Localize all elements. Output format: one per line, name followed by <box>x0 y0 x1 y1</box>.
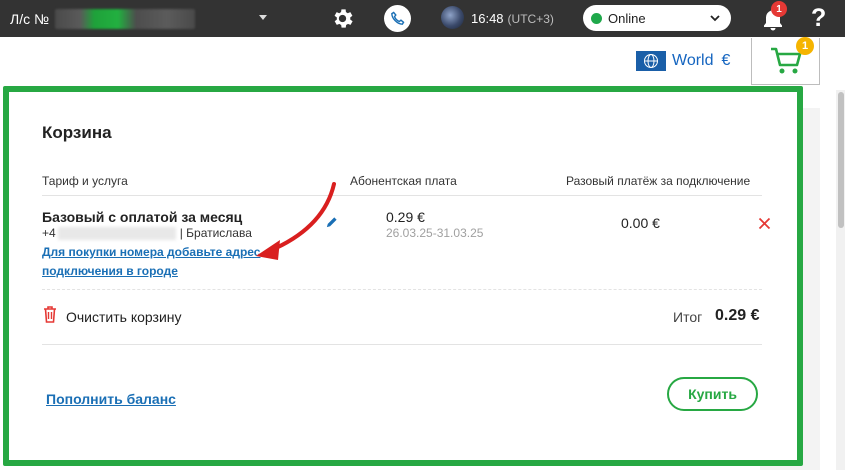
close-icon[interactable] <box>758 217 771 230</box>
help-icon[interactable]: ? <box>811 4 826 33</box>
phone-icon <box>391 11 405 25</box>
phone-number-redacted <box>57 226 176 240</box>
clock-timezone: (UTC+3) <box>507 12 554 26</box>
clock-time: 16:48 <box>471 11 504 26</box>
column-header-service: Тариф и услуга <box>42 174 128 188</box>
one-time-fee: 0.00 € <box>621 215 660 231</box>
total-divider <box>42 344 762 345</box>
add-address-link[interactable]: Для покупки номера добавьте адрес подклю… <box>42 243 272 281</box>
notification-badge: 1 <box>771 1 787 17</box>
region-label: World <box>672 52 714 69</box>
status-online-dot <box>591 12 602 24</box>
number-prefix: +4 <box>42 226 56 240</box>
account-selector[interactable]: Л/с № <box>10 9 195 29</box>
buy-button[interactable]: Купить <box>667 377 758 411</box>
subscription-fee: 0.29 € <box>386 209 425 225</box>
total-label: Итог <box>673 309 703 325</box>
service-number-line: +4 | Братислава <box>42 226 252 240</box>
clock: 16:48 (UTC+3) <box>471 11 554 26</box>
globe-icon <box>636 51 666 71</box>
scrollbar-thumb[interactable] <box>838 92 844 228</box>
status-select[interactable]: Online <box>583 5 731 31</box>
subscription-period: 26.03.25-31.03.25 <box>386 226 484 240</box>
region-selector[interactable]: World € <box>636 51 730 71</box>
total-value: 0.29 € <box>715 307 760 324</box>
account-caret-icon[interactable] <box>259 15 267 20</box>
region-currency: € <box>721 52 731 69</box>
column-header-one-time: Разовый платёж за подключение <box>566 174 751 188</box>
clear-cart-button[interactable]: Очистить корзину <box>66 309 182 325</box>
trash-icon[interactable] <box>42 305 58 323</box>
account-number-redacted <box>55 9 195 29</box>
call-button[interactable] <box>384 5 411 32</box>
arrow-annotation <box>256 182 336 260</box>
item-divider <box>42 289 762 290</box>
header-divider <box>42 195 762 196</box>
service-name: Базовый с оплатой за месяц <box>42 209 243 225</box>
top-bar: Л/с № 16:48 (UTC+3) Online 1 ? <box>0 0 845 37</box>
service-city: | Братислава <box>179 226 252 240</box>
gear-icon[interactable] <box>330 6 355 31</box>
chevron-down-icon <box>710 15 720 22</box>
column-header-subscription: Абонентская плата <box>350 174 457 188</box>
top-up-balance-link[interactable]: Пополнить баланс <box>46 391 176 407</box>
status-value: Online <box>608 10 646 26</box>
avatar[interactable] <box>441 6 464 29</box>
cart-count-badge: 1 <box>796 37 814 55</box>
account-label: Л/с № <box>10 11 49 27</box>
cart-title: Корзина <box>42 123 112 142</box>
